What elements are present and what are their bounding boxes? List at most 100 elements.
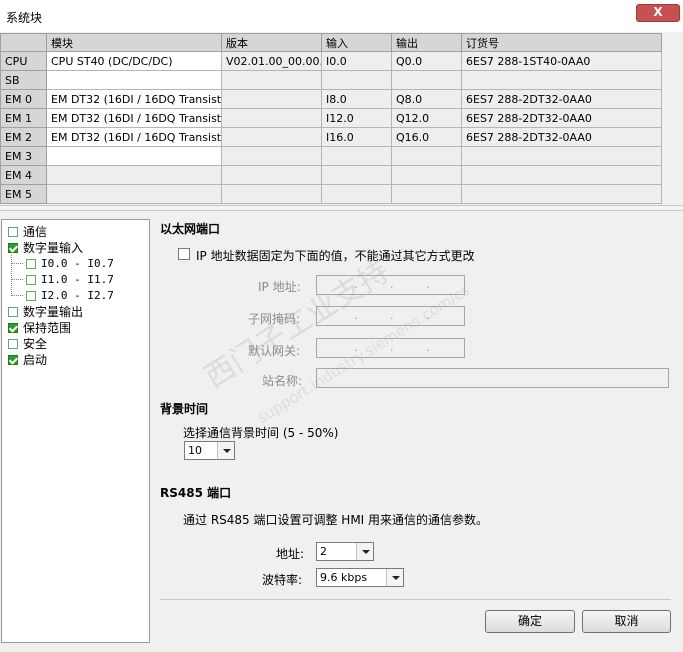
- cell-version[interactable]: [221, 108, 322, 128]
- cell-output[interactable]: [391, 184, 462, 204]
- address-select[interactable]: 2: [316, 542, 374, 561]
- unchecked-box-icon: [8, 307, 18, 317]
- table-header-row: 模块 版本 输入 输出 订货号: [0, 33, 662, 52]
- close-icon: X: [653, 5, 663, 19]
- ip-dot: .: [354, 278, 358, 291]
- station-name-field[interactable]: [316, 368, 669, 388]
- window-title: 系统块: [6, 11, 43, 25]
- cell-order-number[interactable]: [461, 165, 662, 185]
- cell-output[interactable]: [391, 146, 462, 166]
- title-bar: 系统块 X: [0, 0, 683, 32]
- cell-module[interactable]: EM DT32 (16DI / 16DQ Transistor): [46, 89, 222, 109]
- background-time-title: 背景时间: [160, 402, 209, 416]
- cell-output[interactable]: [391, 70, 462, 90]
- fix-ip-checkbox[interactable]: [178, 248, 190, 260]
- cell-module[interactable]: EM DT32 (16DI / 16DQ Transistor): [46, 108, 222, 128]
- unchecked-box-icon: [26, 275, 36, 285]
- cell-output[interactable]: Q8.0: [391, 89, 462, 109]
- cell-version[interactable]: [221, 127, 322, 147]
- unchecked-box-icon: [26, 259, 36, 269]
- divider: [160, 599, 671, 600]
- header-output: 输出: [391, 33, 462, 52]
- cell-order-number[interactable]: 6ES7 288-1ST40-0AA0: [461, 51, 662, 71]
- cell-input[interactable]: [321, 184, 392, 204]
- cell-version[interactable]: [221, 146, 322, 166]
- cell-module[interactable]: [46, 70, 222, 90]
- cell-slot: CPU: [0, 51, 47, 71]
- cell-version[interactable]: V02.01.00_00.00...: [221, 51, 322, 71]
- cell-input[interactable]: I12.0: [321, 108, 392, 128]
- header-slot: [0, 33, 47, 52]
- cell-slot: SB: [0, 70, 47, 90]
- cell-order-number[interactable]: [461, 146, 662, 166]
- baud-rate-label: 波特率:: [262, 573, 303, 587]
- table-row[interactable]: CPU CPU ST40 (DC/DC/DC) V02.01.00_00.00...…: [0, 51, 662, 71]
- station-name-label: 站名称:: [262, 374, 303, 388]
- cell-version[interactable]: [221, 89, 322, 109]
- table-row[interactable]: EM 3: [0, 146, 662, 166]
- address-value: 2: [320, 545, 327, 558]
- tree-item-label: 安全: [23, 337, 48, 351]
- cell-module[interactable]: EM DT32 (16DI / 16DQ Transistor): [46, 127, 222, 147]
- tree-connector: [11, 255, 12, 296]
- tree-item-label: 数字量输出: [23, 305, 84, 319]
- address-label: 地址:: [276, 547, 305, 561]
- ip-dot: .: [390, 341, 394, 354]
- background-time-value: 10: [188, 444, 202, 457]
- ip-address-field[interactable]: . . .: [316, 275, 465, 295]
- table-row[interactable]: SB: [0, 70, 662, 90]
- cell-output[interactable]: Q12.0: [391, 108, 462, 128]
- tree-item-label: I0.0 - I0.7: [41, 257, 114, 270]
- chevron-down-icon: [386, 569, 403, 586]
- checked-box-icon: [8, 355, 18, 365]
- cell-version[interactable]: [221, 184, 322, 204]
- cell-input[interactable]: [321, 165, 392, 185]
- ok-button[interactable]: 确定: [485, 610, 575, 633]
- cell-output[interactable]: Q0.0: [391, 51, 462, 71]
- cell-input[interactable]: [321, 146, 392, 166]
- cell-order-number[interactable]: [461, 184, 662, 204]
- checked-box-icon: [8, 323, 18, 333]
- ip-dot: .: [426, 341, 430, 354]
- table-row[interactable]: EM 5: [0, 184, 662, 204]
- baud-rate-select[interactable]: 9.6 kbps: [316, 568, 404, 587]
- cell-output[interactable]: Q16.0: [391, 127, 462, 147]
- table-row[interactable]: EM 4: [0, 165, 662, 185]
- table-row[interactable]: EM 1 EM DT32 (16DI / 16DQ Transistor) I12.…: [0, 108, 662, 128]
- cell-input[interactable]: I0.0: [321, 51, 392, 71]
- cell-order-number[interactable]: 6ES7 288-2DT32-0AA0: [461, 127, 662, 147]
- header-module: 模块: [46, 33, 222, 52]
- cell-input[interactable]: I16.0: [321, 127, 392, 147]
- default-gateway-field[interactable]: . . .: [316, 338, 465, 358]
- subnet-mask-field[interactable]: . . .: [316, 306, 465, 326]
- ip-dot: .: [354, 341, 358, 354]
- table-row[interactable]: EM 2 EM DT32 (16DI / 16DQ Transistor) I16.…: [0, 127, 662, 147]
- cell-module[interactable]: [46, 146, 222, 166]
- cell-order-number[interactable]: 6ES7 288-2DT32-0AA0: [461, 89, 662, 109]
- tree-connector: [11, 279, 23, 280]
- panel-splitter[interactable]: [0, 205, 683, 211]
- rs485-description: 通过 RS485 端口设置可调整 HMI 用来通信的通信参数。: [183, 513, 489, 527]
- baud-rate-value: 9.6 kbps: [320, 571, 368, 584]
- background-time-select[interactable]: 10: [184, 441, 235, 460]
- cell-module[interactable]: CPU ST40 (DC/DC/DC): [46, 51, 222, 71]
- cell-module[interactable]: [46, 165, 222, 185]
- ethernet-section-title: 以太网端口: [160, 222, 221, 236]
- cancel-button[interactable]: 取消: [582, 610, 671, 633]
- cell-version[interactable]: [221, 70, 322, 90]
- unchecked-box-icon: [8, 339, 18, 349]
- cell-input[interactable]: [321, 70, 392, 90]
- cell-output[interactable]: [391, 165, 462, 185]
- tree-item-label: 数字量输入: [23, 241, 84, 255]
- table-row[interactable]: EM 0 EM DT32 (16DI / 16DQ Transistor) I8.0…: [0, 89, 662, 109]
- cell-slot: EM 0: [0, 89, 47, 109]
- close-button[interactable]: X: [636, 4, 680, 22]
- cell-order-number[interactable]: [461, 70, 662, 90]
- cell-module[interactable]: [46, 184, 222, 204]
- unchecked-box-icon: [26, 291, 36, 301]
- header-input: 输入: [321, 33, 392, 52]
- cell-version[interactable]: [221, 165, 322, 185]
- cell-input[interactable]: I8.0: [321, 89, 392, 109]
- tree-item-label: I2.0 - I2.7: [41, 289, 114, 302]
- cell-order-number[interactable]: 6ES7 288-2DT32-0AA0: [461, 108, 662, 128]
